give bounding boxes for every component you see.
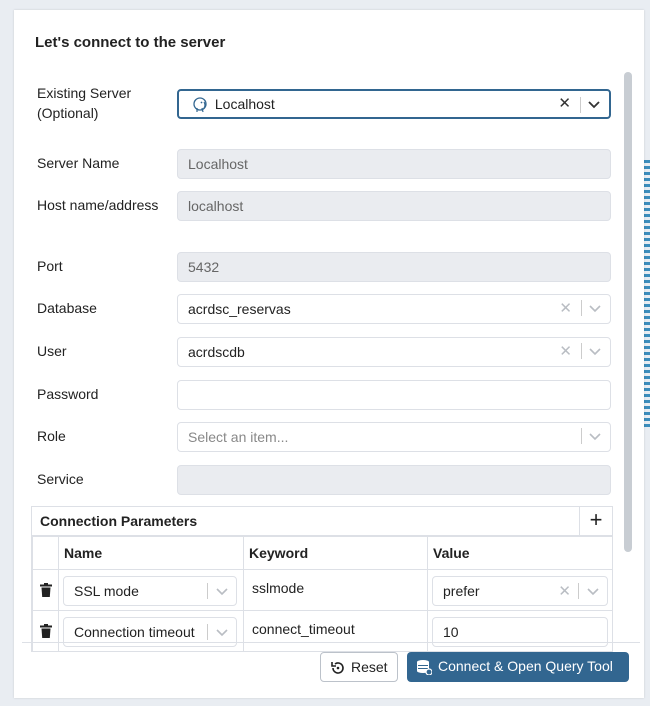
database-row: Database acrdsc_reservas ✕ — [37, 294, 613, 328]
chevron-down-icon[interactable] — [588, 427, 602, 445]
server-name-value: Localhost — [188, 156, 248, 172]
delete-cell[interactable] — [32, 569, 59, 611]
connect-label: Connect & Open Query Tool — [438, 658, 613, 674]
connection-parameters: Connection Parameters + Name Keyword Val… — [31, 506, 613, 652]
service-row: Service — [37, 465, 613, 499]
param-value: 10 — [443, 624, 459, 640]
postgres-elephant-icon — [193, 97, 207, 113]
user-value: acrdscdb — [188, 344, 245, 360]
delete-cell[interactable] — [32, 610, 59, 652]
trash-icon[interactable] — [39, 583, 52, 597]
param-keyword: connect_timeout — [252, 621, 355, 637]
params-header: Connection Parameters + — [32, 507, 612, 536]
column-header-action — [32, 536, 59, 570]
select-separator — [578, 583, 579, 599]
host-row: Host name/address localhost — [37, 191, 613, 239]
dialog-title: Let's connect to the server — [35, 34, 226, 51]
role-row: Role Select an item... — [37, 422, 613, 456]
param-value: prefer — [443, 583, 480, 599]
port-value: 5432 — [188, 259, 220, 275]
host-value: localhost — [188, 198, 244, 214]
background-pattern — [644, 160, 650, 430]
user-select[interactable]: acrdscdb ✕ — [177, 337, 611, 367]
table-row: SSL mode sslmode prefer ✕ — [32, 569, 613, 611]
clear-icon[interactable]: ✕ — [559, 300, 572, 318]
param-name-value: SSL mode — [74, 583, 139, 599]
keyword-cell: sslmode — [243, 569, 428, 611]
scrollbar-thumb[interactable] — [624, 72, 632, 552]
query-tool-icon — [417, 660, 432, 675]
connect-button[interactable]: Connect & Open Query Tool — [407, 652, 629, 682]
port-label: Port — [37, 258, 63, 274]
trash-icon[interactable] — [39, 624, 52, 638]
param-name-value: Connection timeout — [74, 624, 195, 640]
clear-icon[interactable]: ✕ — [558, 95, 571, 113]
existing-server-label: Existing Server (Optional) — [37, 85, 132, 121]
password-label: Password — [37, 386, 99, 402]
column-header-value: Value — [427, 536, 613, 570]
reset-icon — [331, 662, 344, 674]
name-cell: SSL mode — [58, 569, 244, 611]
name-cell: Connection timeout — [58, 610, 244, 652]
value-cell: prefer ✕ — [427, 569, 613, 611]
role-label: Role — [37, 428, 66, 444]
reset-button[interactable]: Reset — [320, 652, 398, 682]
connect-dialog: Let's connect to the server Existing Ser… — [14, 10, 644, 698]
column-header-name: Name — [58, 536, 244, 570]
column-header-keyword: Keyword — [243, 536, 428, 570]
host-label: Host name/address — [37, 197, 159, 213]
database-value: acrdsc_reservas — [188, 301, 291, 317]
server-name-field[interactable]: Localhost — [177, 149, 611, 179]
param-value-select[interactable]: prefer ✕ — [432, 576, 608, 606]
service-field[interactable] — [177, 465, 611, 495]
chevron-down-icon[interactable] — [588, 299, 602, 317]
keyword-cell: connect_timeout — [243, 610, 428, 652]
table-row: Connection timeout connect_timeout 10 — [32, 610, 613, 652]
role-select[interactable]: Select an item... — [177, 422, 611, 452]
value-cell: 10 — [427, 610, 613, 652]
param-name-select[interactable]: SSL mode — [63, 576, 237, 606]
server-name-row: Server Name Localhost — [37, 149, 613, 183]
password-row: Password — [37, 380, 613, 414]
chevron-down-icon[interactable] — [215, 582, 229, 600]
user-label: User — [37, 343, 67, 359]
server-name-label: Server Name — [37, 155, 120, 171]
clear-icon[interactable]: ✕ — [559, 343, 572, 361]
chevron-down-icon[interactable] — [586, 582, 600, 600]
user-row: User acrdscdb ✕ — [37, 337, 613, 371]
port-field[interactable]: 5432 — [177, 252, 611, 282]
chevron-down-icon[interactable] — [588, 342, 602, 360]
param-keyword: sslmode — [252, 580, 305, 596]
select-separator — [207, 583, 208, 599]
reset-label: Reset — [351, 659, 388, 675]
footer-divider — [22, 642, 640, 645]
existing-server-value: Localhost — [214, 96, 275, 112]
host-field[interactable]: localhost — [177, 191, 611, 221]
params-title: Connection Parameters — [40, 513, 198, 529]
port-row: Port 5432 — [37, 252, 613, 286]
select-separator — [581, 343, 582, 359]
params-header-row: Name Keyword Value — [32, 536, 613, 570]
role-placeholder: Select an item... — [188, 429, 289, 445]
database-select[interactable]: acrdsc_reservas ✕ — [177, 294, 611, 324]
service-label: Service — [37, 471, 84, 487]
select-separator — [580, 97, 581, 113]
chevron-down-icon[interactable] — [215, 623, 229, 641]
plus-icon[interactable]: + — [579, 507, 612, 535]
select-separator — [581, 300, 582, 316]
select-separator — [581, 428, 582, 444]
params-table: Name Keyword Value SSL mode sslmode pref… — [32, 536, 613, 652]
chevron-down-icon[interactable] — [587, 95, 601, 113]
form-content: Existing Server (Optional) Localhost ✕ S… — [14, 72, 634, 652]
existing-server-select[interactable]: Localhost ✕ — [177, 89, 611, 119]
clear-icon[interactable]: ✕ — [558, 583, 571, 601]
database-label: Database — [37, 300, 97, 316]
existing-server-row: Existing Server (Optional) Localhost ✕ — [37, 83, 613, 127]
select-separator — [207, 624, 208, 640]
scrollbar[interactable] — [623, 72, 633, 652]
password-field[interactable] — [177, 380, 611, 410]
